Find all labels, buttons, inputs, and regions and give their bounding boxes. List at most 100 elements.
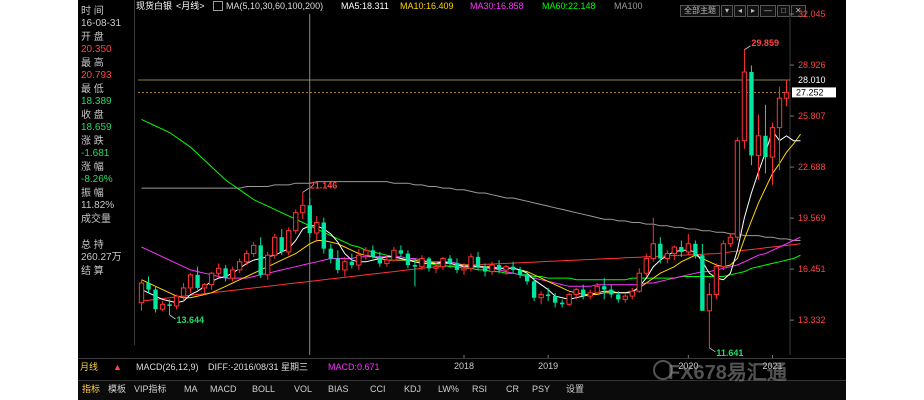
y-tick-label: 32.045 — [798, 9, 826, 19]
y-tick-label: 25.807 — [798, 111, 826, 121]
candle-body-down — [307, 205, 312, 233]
candle-body-up — [566, 293, 572, 305]
candle-body-up — [671, 246, 677, 255]
candle-body-down — [195, 274, 200, 288]
candle-body-down — [447, 258, 453, 264]
price-chart[interactable]: 32.045 28.926 25.807 22.688 19.569 16.451 13.3… — [78, 0, 846, 380]
candle-body-up — [538, 293, 544, 299]
candle-body-up — [573, 289, 579, 295]
candle-body-up — [629, 290, 635, 297]
candle-body-up — [384, 259, 390, 264]
candle-body-up — [685, 243, 692, 253]
tab-12[interactable]: CR — [506, 384, 519, 395]
candle-body-up — [286, 230, 292, 253]
sidebar-period-label[interactable]: 月线 — [80, 362, 98, 373]
macd-diff: DIFF:-2016/08/31 星期三 — [208, 362, 309, 372]
tab-13[interactable]: PSY — [532, 384, 550, 395]
candle-body-down — [517, 269, 523, 275]
tab-1[interactable]: 模板 — [108, 384, 126, 395]
candle-body-up — [293, 212, 299, 232]
candle-body-up — [622, 295, 628, 300]
candle-body-up — [755, 135, 762, 156]
candle-body-down — [370, 250, 376, 257]
candle-body-up — [433, 266, 439, 269]
candle-body-up — [391, 249, 397, 261]
candle-body-up — [741, 71, 748, 142]
annotation-pointer — [302, 187, 309, 193]
high-annotation: 21.146 — [310, 180, 338, 190]
candle-body-up — [587, 292, 593, 297]
tab-8[interactable]: CCI — [370, 384, 386, 395]
high-annotation: 29.859 — [751, 38, 779, 48]
y-tick-label: 28.926 — [798, 60, 826, 70]
y-tick-label: 19.569 — [798, 213, 826, 223]
candle-body-up — [314, 221, 320, 234]
candle-body-down — [475, 256, 481, 267]
candle-body-down — [679, 247, 684, 252]
candle-body-up — [173, 295, 180, 307]
y-tick-label: 22.688 — [798, 162, 826, 172]
candle-body-down — [581, 289, 586, 297]
candle-body-down — [700, 255, 705, 311]
candle-body-up — [243, 253, 250, 263]
candle-body-down — [552, 296, 558, 303]
candle-body-down — [602, 286, 607, 290]
candle-body-down — [398, 250, 404, 254]
candle-body-down — [545, 294, 551, 297]
candle-body-down — [531, 281, 537, 298]
candle-body-up — [342, 261, 348, 271]
tab-9[interactable]: KDJ — [404, 384, 421, 395]
candle-body-down — [496, 265, 502, 270]
candle-body-down — [426, 258, 432, 269]
candle-body-up — [419, 257, 425, 268]
candle-body-down — [693, 243, 698, 256]
candle-body-up — [636, 272, 642, 292]
candle-body-down — [658, 243, 663, 259]
candle-body-up — [201, 284, 208, 289]
y-tick-label: 13.332 — [798, 315, 826, 325]
candle-body-down — [258, 245, 263, 275]
macd-label: MACD(26,12,9) — [136, 362, 199, 372]
candle-body-down — [482, 266, 488, 272]
candle-body-up — [734, 140, 741, 238]
tab-6[interactable]: VOL — [294, 384, 312, 395]
candle-body-up — [468, 256, 474, 269]
candle-body-up — [664, 253, 670, 259]
tab-14[interactable]: 设置 — [566, 384, 584, 395]
candle-body-up — [713, 266, 720, 295]
tab-2[interactable]: VIP指标 — [134, 384, 167, 395]
candle-body-up — [769, 127, 776, 158]
annotation-pointer — [169, 314, 176, 320]
candle-body-up — [265, 254, 271, 276]
candle-body-down — [167, 304, 172, 306]
macd-value: MACD:0.671 — [328, 362, 380, 372]
candle-body-down — [454, 263, 460, 270]
tab-5[interactable]: BOLL — [252, 384, 275, 395]
candle-body-down — [763, 135, 768, 158]
candle-body-up — [363, 249, 369, 256]
tab-0[interactable]: 指标 — [82, 384, 100, 395]
tab-4[interactable]: MACD — [210, 384, 237, 395]
period-up-icon[interactable]: ▲ — [113, 362, 122, 373]
candle-body-down — [146, 283, 151, 290]
candle-body-up — [440, 257, 446, 268]
annotation-pointer — [709, 347, 716, 353]
candle-body-down — [609, 289, 614, 295]
tab-10[interactable]: LW% — [438, 384, 459, 395]
tab-7[interactable]: BIAS — [328, 384, 349, 395]
candle-body-up — [272, 236, 278, 256]
candle-body-up — [138, 282, 145, 304]
candle-body-up — [187, 274, 194, 289]
candle-body-up — [251, 244, 257, 255]
tab-11[interactable]: RSI — [472, 384, 487, 395]
tab-3[interactable]: MA — [184, 384, 198, 395]
candle-body-down — [321, 222, 326, 249]
candle-body-down — [412, 265, 418, 267]
candle-body-up — [643, 257, 649, 274]
price-line-label: 28.010 — [798, 75, 826, 85]
candle-body-up — [489, 264, 495, 273]
candle-body-down — [223, 268, 228, 279]
candle-body-up — [356, 254, 362, 266]
annotation-pointer — [744, 45, 751, 51]
current-price-label: 27.252 — [796, 87, 824, 97]
